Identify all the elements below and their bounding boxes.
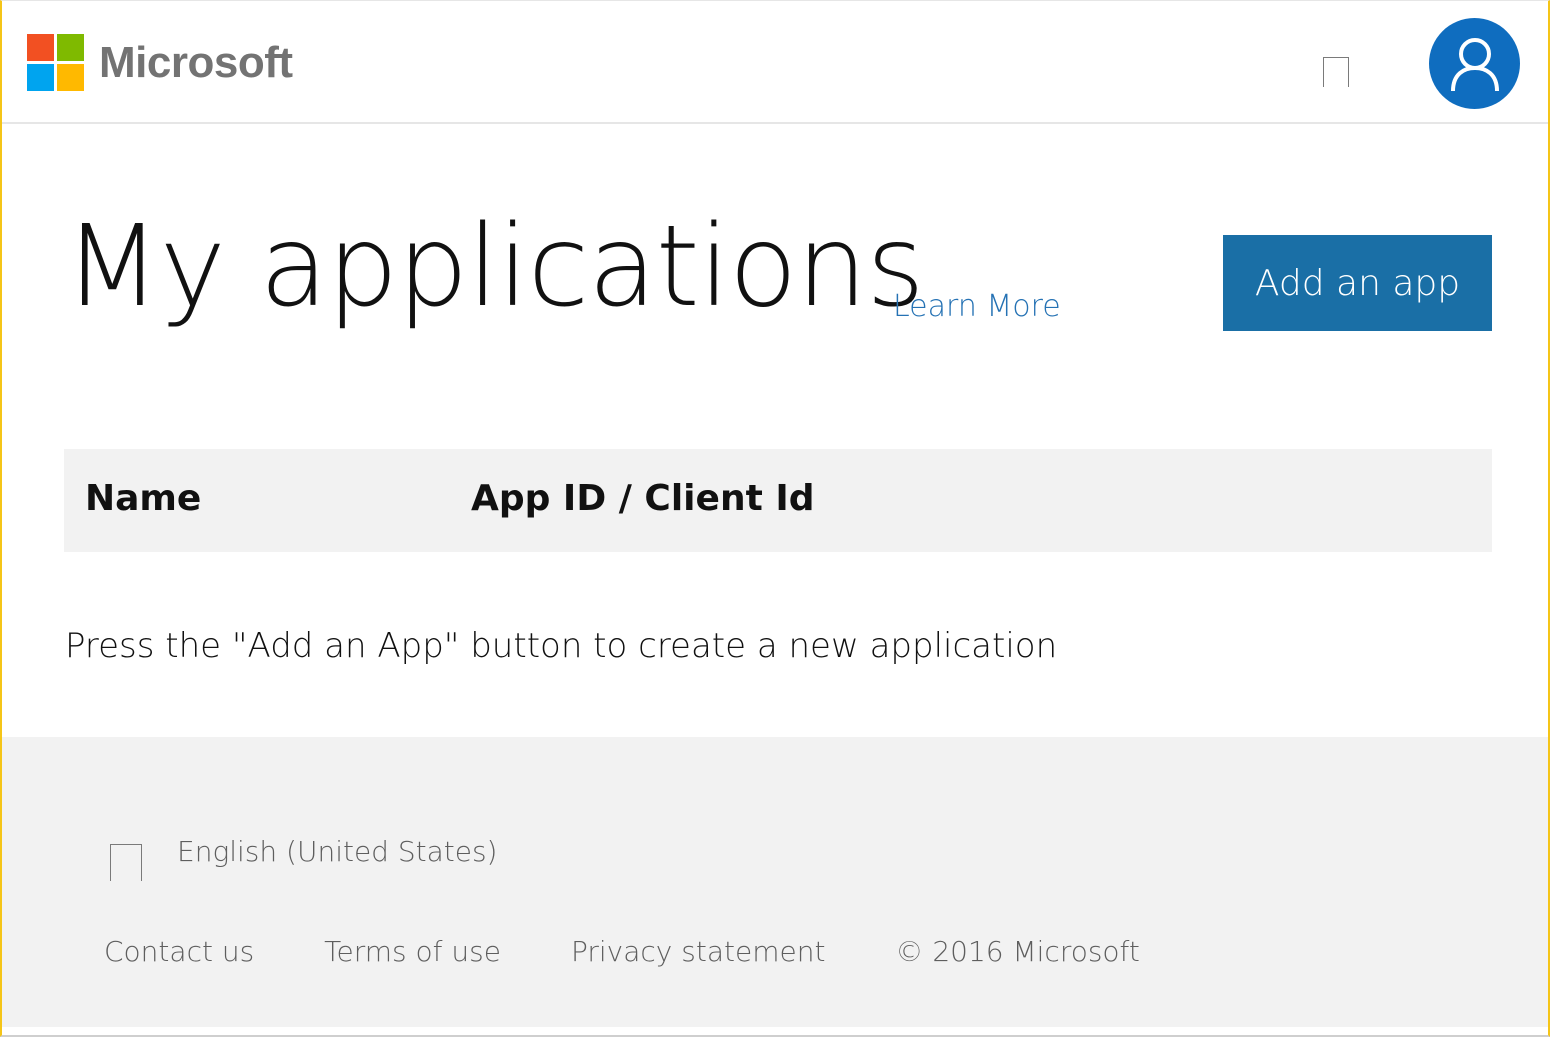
placeholder-icon[interactable] <box>1323 57 1349 87</box>
microsoft-logo[interactable]: Microsoft <box>27 34 293 92</box>
privacy-statement-link[interactable]: Privacy statement <box>571 935 825 968</box>
logo-square-red <box>27 34 54 61</box>
contact-us-link[interactable]: Contact us <box>104 935 254 968</box>
terms-of-use-link[interactable]: Terms of use <box>324 935 501 968</box>
page-frame: Microsoft My applications Learn More Add… <box>0 0 1550 1037</box>
account-avatar[interactable] <box>1429 18 1520 109</box>
logo-square-blue <box>27 64 54 91</box>
add-app-button[interactable]: Add an app <box>1223 235 1492 331</box>
language-icon[interactable] <box>110 844 142 881</box>
microsoft-logo-icon <box>27 34 85 92</box>
applications-table-header: Name App ID / Client Id <box>64 449 1492 552</box>
column-header-app-id: App ID / Client Id <box>471 478 815 519</box>
language-selector[interactable]: English (United States) <box>177 835 497 868</box>
brand-name: Microsoft <box>99 38 293 87</box>
page-title: My applications <box>64 202 925 332</box>
logo-square-green <box>57 34 84 61</box>
site-footer: English (United States) Contact us Terms… <box>2 737 1548 1027</box>
footer-links: Contact us Terms of use Privacy statemen… <box>104 935 1140 968</box>
user-icon <box>1450 37 1499 91</box>
site-header: Microsoft <box>2 1 1548 124</box>
empty-state-message: Press the "Add an App" button to create … <box>65 626 1058 666</box>
logo-square-yellow <box>57 64 84 91</box>
learn-more-link[interactable]: Learn More <box>893 289 1061 324</box>
column-header-name: Name <box>85 478 202 519</box>
copyright-text: © 2016 Microsoft <box>895 935 1140 968</box>
